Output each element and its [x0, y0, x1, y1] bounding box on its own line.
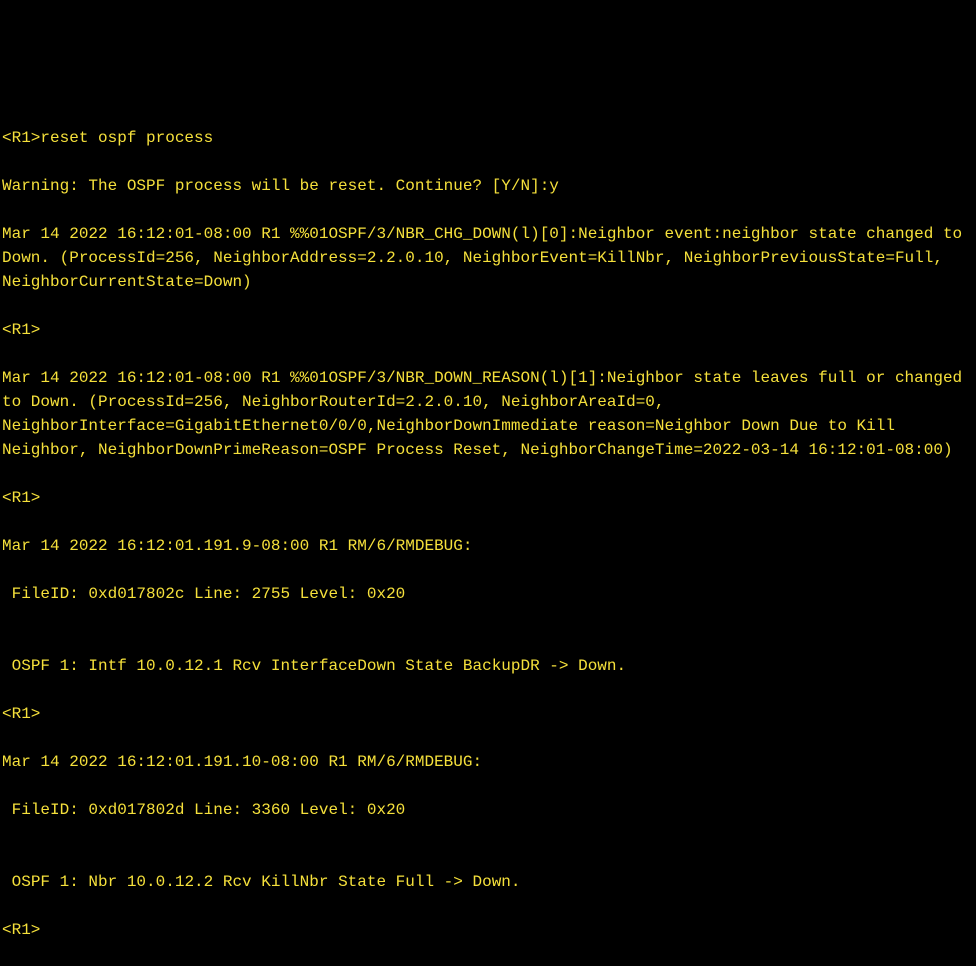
- cli-log-fileid: FileID: 0xd017802c Line: 2755 Level: 0x2…: [2, 582, 974, 606]
- cli-log-nbr-chg-down: Mar 14 2022 16:12:01-08:00 R1 %%01OSPF/3…: [2, 222, 974, 294]
- cli-warning-prompt: Warning: The OSPF process will be reset.…: [2, 174, 974, 198]
- cli-prompt: <R1>: [2, 702, 974, 726]
- cli-log-intf-state: OSPF 1: Intf 10.0.12.1 Rcv InterfaceDown…: [2, 654, 974, 678]
- cli-log-fileid: FileID: 0xd017802d Line: 3360 Level: 0x2…: [2, 798, 974, 822]
- cli-log-nbr-down-reason: Mar 14 2022 16:12:01-08:00 R1 %%01OSPF/3…: [2, 366, 974, 462]
- cli-log-rmdebug-header: Mar 14 2022 16:12:01.191.10-08:00 R1 RM/…: [2, 750, 974, 774]
- cli-prompt: <R1>: [2, 486, 974, 510]
- cli-log-rmdebug-header: Mar 14 2022 16:12:01.191.9-08:00 R1 RM/6…: [2, 534, 974, 558]
- cli-log-nbr-state: OSPF 1: Nbr 10.0.12.2 Rcv KillNbr State …: [2, 870, 974, 894]
- cli-prompt: <R1>: [2, 318, 974, 342]
- cli-command-line: <R1>reset ospf process: [2, 126, 974, 150]
- terminal-output[interactable]: <R1>reset ospf process Warning: The OSPF…: [2, 102, 974, 622]
- cli-prompt: <R1>: [2, 918, 974, 942]
